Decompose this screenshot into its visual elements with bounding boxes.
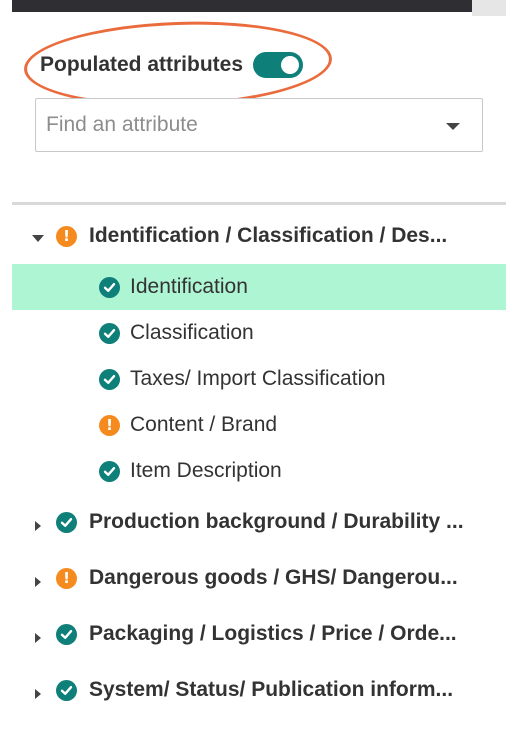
tree-group[interactable]: ! Dangerous goods / GHS/ Dangerou... [12, 550, 506, 606]
tree-group-label: Identification / Classification / Des... [89, 224, 448, 247]
tree-item[interactable]: Identification [12, 264, 506, 310]
tree-group-label: System/ Status/ Publication inform... [89, 678, 454, 701]
check-circle-icon [99, 276, 120, 298]
tree-group-label: Production background / Durability ... [89, 510, 464, 533]
toggle-knob [281, 56, 300, 74]
caret-down-icon[interactable] [446, 123, 460, 130]
warning-icon: ! [99, 414, 120, 436]
tree-group[interactable]: ! Identification / Classification / Des.… [12, 208, 506, 264]
chevron-down-icon[interactable] [28, 226, 48, 246]
tree-item-label: Item Description [130, 459, 282, 482]
top-bar [12, 0, 472, 12]
populated-attributes-filter: Populated attributes [40, 52, 304, 78]
check-circle-icon [56, 511, 77, 533]
check-circle-icon [99, 322, 120, 344]
tree-group[interactable]: Packaging / Logistics / Price / Orde... [12, 606, 506, 662]
attribute-tree: ! Identification / Classification / Des.… [12, 208, 506, 718]
check-circle-icon [99, 368, 120, 390]
tree-item-label: Content / Brand [130, 413, 278, 436]
top-bar-edge [472, 0, 506, 16]
check-circle-icon [99, 460, 120, 482]
tree-item-label: Classification [130, 321, 254, 344]
check-circle-icon [56, 623, 77, 645]
warning-icon: ! [56, 567, 77, 589]
tree-group-label: Dangerous goods / GHS/ Dangerou... [89, 566, 458, 589]
check-circle-icon [56, 679, 77, 701]
chevron-right-icon[interactable] [28, 680, 48, 700]
chevron-right-icon[interactable] [28, 624, 48, 644]
tree-item[interactable]: Classification [12, 310, 506, 356]
populated-attributes-label: Populated attributes [40, 53, 244, 76]
search-placeholder: Find an attribute [46, 113, 198, 136]
chevron-right-icon[interactable] [28, 568, 48, 588]
tree-item-label: Taxes/ Import Classification [130, 367, 386, 390]
tree-group[interactable]: Production background / Durability ... [12, 494, 506, 550]
tree-item-label: Identification [130, 275, 248, 298]
tree-item[interactable]: ! Content / Brand [12, 402, 506, 448]
chevron-right-icon[interactable] [28, 512, 48, 532]
divider [12, 202, 506, 205]
attribute-search-dropdown[interactable]: Find an attribute [35, 98, 483, 152]
tree-item[interactable]: Item Description [12, 448, 506, 494]
tree-group[interactable]: System/ Status/ Publication inform... [12, 662, 506, 718]
tree-item[interactable]: Taxes/ Import Classification [12, 356, 506, 402]
populated-attributes-toggle[interactable] [253, 52, 304, 78]
tree-group-label: Packaging / Logistics / Price / Orde... [89, 622, 457, 645]
warning-icon: ! [56, 225, 77, 247]
